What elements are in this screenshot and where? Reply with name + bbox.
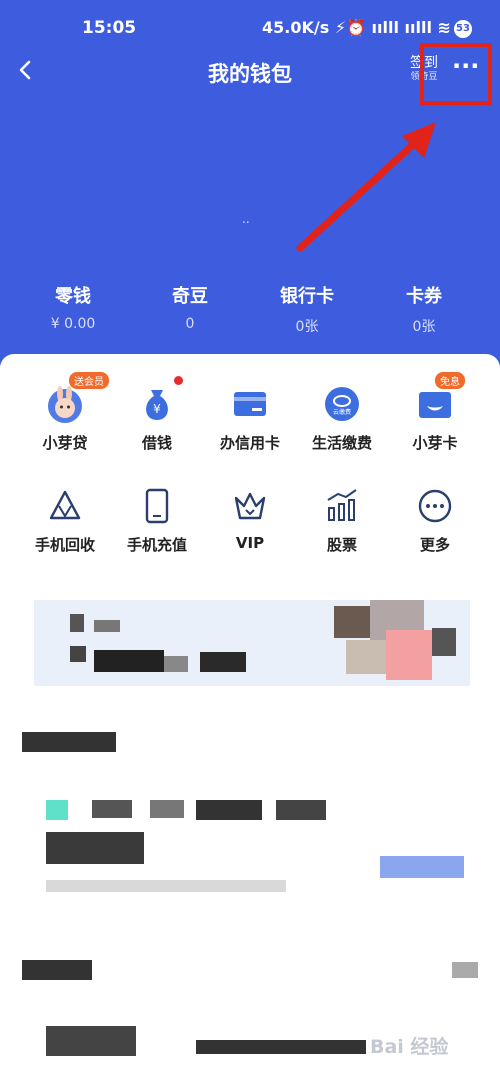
sprout-card-icon: 免息 [413, 372, 465, 426]
service-label: 生活缴费 [311, 434, 372, 452]
service-label: 手机充值 [126, 536, 187, 554]
service-more[interactable]: 更多 [385, 484, 485, 555]
stock-chart-icon [320, 484, 364, 528]
crown-icon [228, 484, 272, 528]
credit-card-icon [228, 382, 272, 426]
service-xiaoyaka[interactable]: 免息 小芽卡 [385, 372, 485, 453]
service-stocks[interactable]: 股票 [292, 484, 392, 555]
service-label: 办信用卡 [219, 434, 280, 452]
balance-change[interactable]: 零钱 ¥ 0.00 [13, 282, 133, 332]
service-credit-card[interactable]: 办信用卡 [200, 382, 300, 453]
service-label: 借钱 [141, 434, 172, 452]
more-circle-icon [413, 484, 457, 528]
service-vip[interactable]: VIP [200, 484, 300, 552]
service-phone-recycle[interactable]: 手机回收 [15, 484, 115, 555]
utility-icon-text: 云缴费 [333, 408, 351, 416]
balance-value: ¥ 0.00 [50, 316, 96, 332]
service-phone-topup[interactable]: 手机充值 [107, 484, 207, 555]
service-utility-payment[interactable]: 云缴费 生活缴费 [292, 382, 392, 453]
annotation-arrow-icon [296, 122, 436, 252]
balance-label: 银行卡 [280, 286, 334, 307]
service-xiaoyadai[interactable]: 送会员 小芽贷 [15, 372, 115, 453]
service-label: 小芽卡 [412, 434, 458, 452]
phone-icon [135, 484, 179, 528]
promo-badge: 送会员 [69, 372, 109, 389]
balance-qidou[interactable]: 奇豆 0 [130, 282, 250, 332]
balance-value: 0张 [295, 319, 319, 335]
service-label: 股票 [326, 536, 357, 554]
service-label: VIP [235, 534, 265, 552]
balance-label: 零钱 [55, 286, 91, 307]
money-bag-icon: ¥ [135, 376, 183, 426]
service-label: 手机回收 [34, 536, 95, 554]
promo-banner-redacted[interactable] [34, 600, 470, 686]
bunny-icon: 送会员 [43, 372, 109, 426]
balance-label: 奇豆 [172, 286, 208, 307]
utility-payment-icon: 云缴费 [320, 382, 364, 426]
balance-value: 0 [185, 316, 195, 332]
svg-text:¥: ¥ [153, 402, 161, 416]
watermark-text: Bai 经验 [370, 1036, 449, 1058]
recycle-icon [43, 484, 87, 528]
balance-label: 卡券 [406, 286, 442, 307]
balance-bank-card[interactable]: 银行卡 0张 [247, 282, 367, 336]
promo-badge: 免息 [435, 372, 465, 389]
balance-value: 0张 [412, 319, 436, 335]
balance-coupon[interactable]: 卡券 0张 [364, 282, 484, 336]
service-label: 小芽贷 [42, 434, 88, 452]
service-label: 更多 [419, 536, 450, 554]
service-borrow[interactable]: ¥ 借钱 [107, 376, 207, 453]
notification-dot [174, 376, 183, 385]
